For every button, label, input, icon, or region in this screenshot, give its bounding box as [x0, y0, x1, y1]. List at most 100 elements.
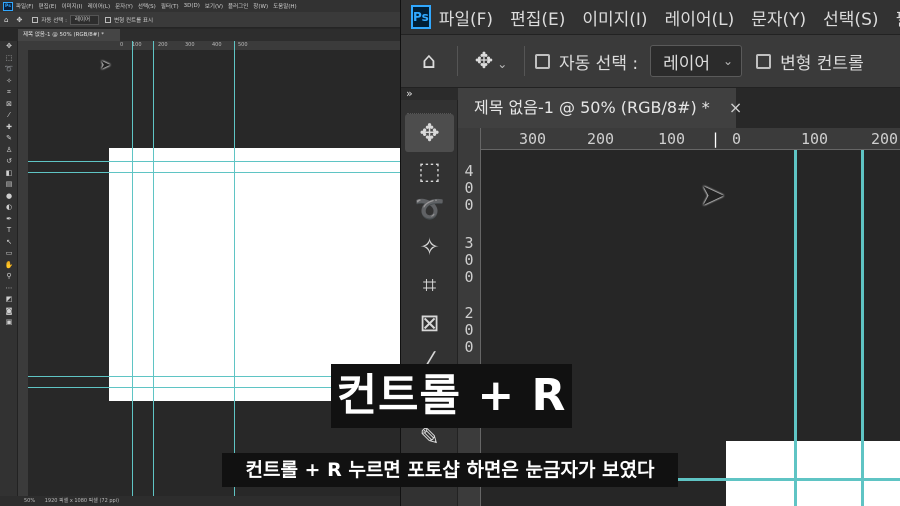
- left-hand-icon[interactable]: ✋: [0, 260, 18, 272]
- left-pen-icon[interactable]: ✒: [0, 214, 18, 226]
- toolbar-grip[interactable]: [407, 100, 451, 114]
- toolbar-collapse-toggle[interactable]: »: [401, 88, 458, 100]
- left-brush-icon[interactable]: ✎: [0, 133, 18, 145]
- left-quick-mask-icon[interactable]: ◙: [0, 306, 18, 318]
- auto-select-checkbox[interactable]: [535, 53, 550, 69]
- chevron-down-icon[interactable]: ⌄: [497, 57, 507, 71]
- move-tool-preset-icon[interactable]: ✥ ⌄: [458, 49, 524, 74]
- left-menu-3d[interactable]: 3D(D): [184, 3, 200, 9]
- close-icon[interactable]: ×: [729, 98, 742, 117]
- left-more-icon[interactable]: ⋯: [0, 283, 18, 295]
- left-guide-horizontal[interactable]: [28, 161, 400, 162]
- left-auto-select-checkbox[interactable]: [32, 16, 39, 23]
- frame-tool-icon[interactable]: ⊠: [401, 304, 458, 342]
- move-cursor-icon: ➤: [700, 178, 726, 213]
- right-guide-vertical[interactable]: [861, 150, 864, 506]
- left-auto-select-label: 자동 선택 :: [41, 17, 67, 24]
- crop-tool-icon[interactable]: ⌗: [401, 266, 458, 304]
- document-tab-title: 제목 없음-1 @ 50% (RGB/8#) *: [474, 98, 710, 117]
- right-menu-type[interactable]: 문자(Y): [751, 5, 806, 30]
- left-gradient-icon[interactable]: ▤: [0, 179, 18, 191]
- magic-wand-tool-icon[interactable]: ✧: [401, 228, 458, 266]
- ruler-v-label: 0: [464, 251, 474, 269]
- left-zoom-icon[interactable]: ⚲: [0, 271, 18, 283]
- right-menu-image[interactable]: 이미지(I): [582, 5, 647, 30]
- ruler-h-label: 100: [801, 130, 829, 148]
- subtitle-caption: 컨트롤 + R 누르면 포토샵 하면은 눈금자가 보였다: [222, 453, 678, 487]
- ruler-v-label: 2: [464, 304, 474, 322]
- left-photoshop-window: Ps 파일(F) 편집(E) 이미지(I) 레이어(L) 문자(Y) 선택(S)…: [0, 0, 400, 506]
- ruler-h-label: 0: [732, 130, 742, 148]
- left-screen-mode-icon[interactable]: ▣: [0, 317, 18, 329]
- left-home-icon[interactable]: ⌂: [4, 16, 8, 24]
- left-guide-vertical[interactable]: [132, 41, 133, 496]
- right-ps-logo-icon: Ps: [411, 5, 431, 29]
- left-blur-icon[interactable]: ●: [0, 191, 18, 203]
- left-menu-layer[interactable]: 레이어(L): [88, 2, 111, 10]
- left-lasso-icon[interactable]: ➰: [0, 64, 18, 76]
- left-dodge-icon[interactable]: ◐: [0, 202, 18, 214]
- auto-select-dropdown[interactable]: 레이어 ⌄: [650, 45, 743, 77]
- ruler-h-label: 200: [587, 130, 615, 148]
- left-path-select-icon[interactable]: ↖: [0, 237, 18, 249]
- left-status-info: 1920 픽셀 x 1080 픽셀 (72 ppi): [44, 498, 120, 504]
- left-frame-icon[interactable]: ⊠: [0, 99, 18, 111]
- left-magic-wand-icon[interactable]: ✧: [0, 76, 18, 88]
- ruler-origin-marker: |: [711, 130, 721, 148]
- left-menu-select[interactable]: 선택(S): [138, 2, 156, 10]
- right-menubar: Ps 파일(F) 편집(E) 이미지(I) 레이어(L) 문자(Y) 선택(S)…: [401, 0, 900, 34]
- move-tool-icon[interactable]: ✥: [405, 114, 454, 152]
- ruler-v-label: 0: [464, 196, 474, 214]
- left-menu-edit[interactable]: 편집(E): [39, 2, 57, 10]
- left-move-icon[interactable]: ✥: [0, 41, 18, 53]
- marquee-tool-icon[interactable]: ⬚: [401, 152, 458, 190]
- left-ruler-h-label: 100: [132, 42, 142, 48]
- left-guide-horizontal[interactable]: [28, 172, 400, 173]
- left-shape-icon[interactable]: ▭: [0, 248, 18, 260]
- right-document-canvas[interactable]: [726, 441, 900, 506]
- left-eyedropper-icon[interactable]: ⁄: [0, 110, 18, 122]
- left-guide-vertical[interactable]: [153, 41, 154, 496]
- right-guide-vertical[interactable]: [794, 150, 797, 506]
- left-color-swatch-icon[interactable]: ◩: [0, 294, 18, 306]
- left-crop-icon[interactable]: ⌗: [0, 87, 18, 99]
- right-photoshop-window: Ps 파일(F) 편집(E) 이미지(I) 레이어(L) 문자(Y) 선택(S)…: [400, 0, 900, 506]
- left-ruler-h-label: 400: [212, 42, 222, 48]
- auto-select-label: 자동 선택 :: [559, 53, 639, 74]
- left-healing-icon[interactable]: ✚: [0, 122, 18, 134]
- left-cursor-icon: ➤: [100, 58, 111, 73]
- right-menu-layer[interactable]: 레이어(L): [665, 5, 735, 30]
- lasso-tool-icon[interactable]: ➰: [401, 190, 458, 228]
- left-eraser-icon[interactable]: ◧: [0, 168, 18, 180]
- right-guide-horizontal[interactable]: [672, 478, 900, 481]
- left-document-tab[interactable]: 제목 없음-1 @ 50% (RGB/8#) *: [18, 29, 120, 41]
- right-menu-edit[interactable]: 편집(E): [510, 5, 565, 30]
- left-menu-plugins[interactable]: 플러그인: [228, 2, 248, 10]
- left-menu-view[interactable]: 보기(V): [205, 2, 223, 10]
- left-menu-type[interactable]: 문자(Y): [115, 2, 133, 10]
- left-menu-filter[interactable]: 필터(T): [161, 2, 179, 10]
- left-menu-image[interactable]: 이미지(I): [61, 2, 82, 10]
- left-menu-help[interactable]: 도움말(H): [273, 2, 297, 10]
- left-transform-controls-checkbox[interactable]: [105, 16, 112, 23]
- right-menu-file[interactable]: 파일(F): [439, 5, 493, 30]
- left-status-zoom[interactable]: 50%: [24, 498, 35, 504]
- left-type-icon[interactable]: T: [0, 225, 18, 237]
- ruler-h-label: 100: [658, 130, 686, 148]
- left-menu-window[interactable]: 창(W): [253, 2, 268, 10]
- left-history-brush-icon[interactable]: ↺: [0, 156, 18, 168]
- left-move-tool-icon[interactable]: ✥: [16, 16, 22, 24]
- transform-controls-checkbox[interactable]: [756, 53, 772, 69]
- ruler-h-label: 200: [871, 130, 899, 148]
- left-guide-vertical[interactable]: [234, 41, 235, 496]
- right-document-tab[interactable]: 제목 없음-1 @ 50% (RGB/8#) * ×: [458, 88, 742, 128]
- right-menu-filter[interactable]: 필: [896, 5, 900, 30]
- left-marquee-icon[interactable]: ⬚: [0, 53, 18, 65]
- right-menu-select[interactable]: 선택(S): [823, 5, 878, 30]
- ruler-v-label: 0: [464, 321, 474, 339]
- left-transform-controls-label: 변형 컨트롤 표시: [114, 17, 154, 24]
- left-menu-file[interactable]: 파일(F): [16, 2, 34, 10]
- home-icon[interactable]: ⌂: [401, 49, 457, 74]
- left-auto-select-dropdown[interactable]: 레이어: [69, 14, 100, 25]
- left-stamp-icon[interactable]: ♙: [0, 145, 18, 157]
